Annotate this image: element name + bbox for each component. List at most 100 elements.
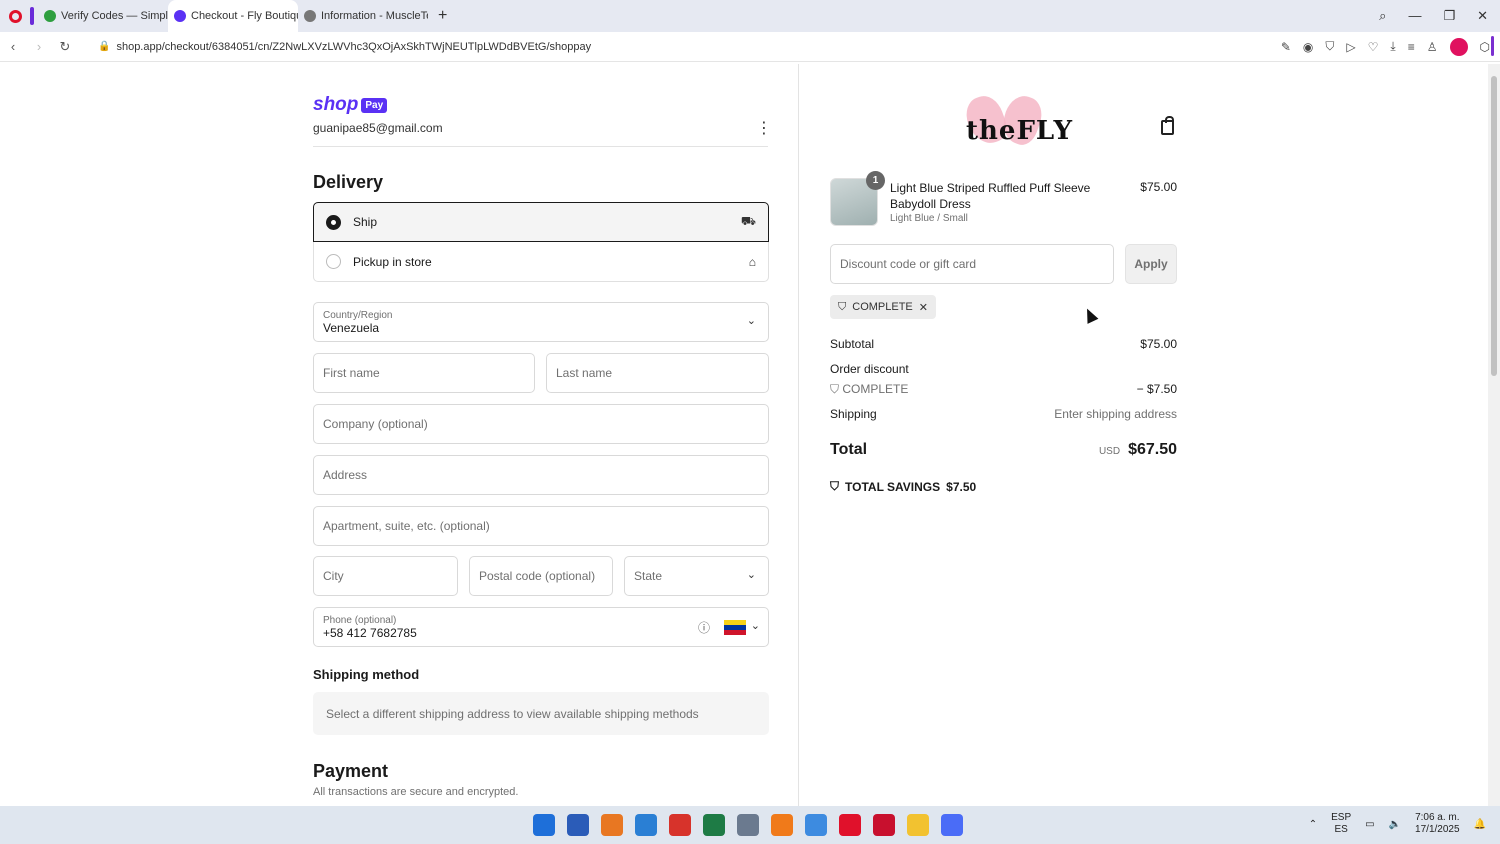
shipping-method-message: Select a different shipping address to v… bbox=[313, 692, 769, 735]
tab-checkout[interactable]: Checkout - Fly Boutique bbox=[168, 0, 298, 32]
shopping-bag-icon[interactable] bbox=[1161, 116, 1174, 135]
state-select[interactable]: State ⌄ bbox=[624, 556, 769, 596]
tab-favicon-icon bbox=[44, 10, 56, 22]
first-name-field[interactable]: First name bbox=[313, 353, 535, 393]
taskbar-app-icon[interactable] bbox=[635, 814, 657, 836]
opera-menu-icon[interactable] bbox=[0, 0, 30, 32]
order-summary: theFLY 1 Light Blue Striped Ruffled Puff… bbox=[798, 64, 1488, 806]
taskbar-app-icon[interactable] bbox=[907, 814, 929, 836]
chevron-down-icon[interactable]: ⌄ bbox=[751, 619, 760, 632]
taskbar-app-icon[interactable] bbox=[873, 814, 895, 836]
discount-input[interactable]: Discount code or gift card bbox=[830, 244, 1114, 284]
order-discount-row: Order discount bbox=[830, 362, 1177, 376]
taskbar-app-icon[interactable] bbox=[941, 814, 963, 836]
taskbar-app-icon[interactable] bbox=[771, 814, 793, 836]
shipping-row: Shipping Enter shipping address bbox=[830, 407, 1177, 421]
profile-icon[interactable]: ♙ bbox=[1427, 40, 1438, 54]
address-placeholder: Address bbox=[323, 468, 368, 482]
city-field[interactable]: City bbox=[313, 556, 458, 596]
menu-icon[interactable]: ≡ bbox=[1408, 40, 1415, 54]
camera-icon[interactable]: ◉ bbox=[1303, 40, 1313, 54]
checkout-form: shop Pay guanipae85@gmail.com ⋮ Delivery… bbox=[0, 64, 798, 806]
pickup-label: Pickup in store bbox=[353, 254, 432, 269]
country-select[interactable]: Country/Region Venezuela ⌄ bbox=[313, 302, 769, 342]
truck-icon: ⛟ bbox=[740, 214, 756, 228]
network-icon[interactable]: ▭ bbox=[1365, 819, 1374, 830]
lock-icon[interactable]: 🔒 bbox=[98, 41, 110, 52]
box-icon[interactable]: ⬡ bbox=[1480, 40, 1490, 54]
ship-option[interactable]: Ship ⛟ bbox=[313, 202, 769, 242]
volume-icon[interactable]: 🔈 bbox=[1389, 819, 1401, 830]
forward-icon[interactable]: › bbox=[26, 39, 52, 54]
chevron-up-icon[interactable]: ⌃ bbox=[1309, 819, 1317, 830]
taskbar-app-icon[interactable] bbox=[533, 814, 555, 836]
product-price: $75.00 bbox=[1140, 180, 1177, 194]
windows-taskbar: ⌃ ESP ES ▭ 🔈 7:06 a. m. 17/1/2025 🔔 bbox=[0, 806, 1500, 844]
download-icon[interactable]: ⤓ bbox=[1390, 39, 1395, 54]
edit-icon[interactable]: ✎ bbox=[1281, 40, 1291, 54]
checkout-page: shop Pay guanipae85@gmail.com ⋮ Delivery… bbox=[0, 64, 1488, 806]
venezuela-flag-icon[interactable] bbox=[724, 620, 746, 635]
discount-value: − $7.50 bbox=[1136, 382, 1177, 396]
discount-code-row: ⛉ COMPLETE − $7.50 bbox=[830, 382, 1177, 397]
apply-button[interactable]: Apply bbox=[1125, 244, 1177, 284]
chevron-down-icon: ⌄ bbox=[746, 315, 756, 327]
lang-top: ESP bbox=[1331, 812, 1352, 823]
taskbar-app-icon[interactable] bbox=[805, 814, 827, 836]
page-scrollbar[interactable] bbox=[1488, 64, 1500, 806]
apartment-field[interactable]: Apartment, suite, etc. (optional) bbox=[313, 506, 769, 546]
pickup-option[interactable]: Pickup in store ⌂ bbox=[313, 242, 769, 282]
quantity-badge: 1 bbox=[866, 171, 885, 190]
tab-verify-codes[interactable]: Verify Codes — SimplyCo bbox=[38, 0, 168, 32]
pickup-radio[interactable] bbox=[326, 254, 341, 269]
shop-word: shop bbox=[313, 94, 359, 115]
clock[interactable]: 7:06 a. m. 17/1/2025 bbox=[1415, 812, 1460, 836]
language-indicator[interactable]: ESP ES bbox=[1331, 812, 1351, 836]
tab-favicon-icon bbox=[174, 10, 186, 22]
company-placeholder: Company (optional) bbox=[323, 417, 428, 431]
total-label: Total bbox=[830, 441, 868, 458]
shipping-value: Enter shipping address bbox=[1054, 407, 1177, 421]
ship-label: Ship bbox=[353, 215, 378, 229]
taskbar-app-icon[interactable] bbox=[737, 814, 759, 836]
search-tabs-icon[interactable]: ⌕ bbox=[1379, 8, 1386, 24]
phone-label: Phone (optional) bbox=[323, 614, 397, 626]
taskbar-app-icon[interactable] bbox=[703, 814, 725, 836]
extension-icon[interactable] bbox=[1449, 37, 1468, 56]
address-field[interactable]: Address bbox=[313, 455, 769, 495]
back-icon[interactable]: ‹ bbox=[0, 39, 26, 54]
heart-icon[interactable]: ♡ bbox=[1368, 40, 1379, 54]
more-options-icon[interactable]: ⋮ bbox=[756, 118, 772, 138]
last-name-field[interactable]: Last name bbox=[546, 353, 769, 393]
lang-bottom: ES bbox=[1334, 824, 1348, 835]
help-icon[interactable]: ⓘ bbox=[698, 619, 710, 636]
product-variant: Light Blue / Small bbox=[890, 213, 968, 224]
shield-icon[interactable]: ⛉ bbox=[1325, 39, 1334, 54]
taskbar-app-icon[interactable] bbox=[601, 814, 623, 836]
remove-code-icon[interactable]: ✕ bbox=[919, 301, 928, 314]
close-window-icon[interactable]: ✕ bbox=[1477, 8, 1488, 24]
tag-icon: ⛉ bbox=[830, 382, 843, 396]
restore-icon[interactable]: ❐ bbox=[1443, 8, 1455, 24]
phone-field[interactable]: Phone (optional) +58 412 7682785 ⓘ ⌄ bbox=[313, 607, 769, 647]
player-icon[interactable]: ▷ bbox=[1346, 40, 1355, 54]
notification-icon[interactable]: 🔔 bbox=[1474, 819, 1486, 830]
new-tab-icon[interactable]: + bbox=[428, 7, 457, 25]
url-field[interactable]: shop.app/checkout/6384051/cn/Z2NwLXVzLWV… bbox=[116, 41, 591, 53]
minimize-icon[interactable]: — bbox=[1408, 8, 1421, 24]
taskbar-app-icon[interactable] bbox=[567, 814, 589, 836]
scrollbar-thumb[interactable] bbox=[1491, 76, 1497, 376]
taskbar-app-icon[interactable] bbox=[839, 814, 861, 836]
time: 7:06 a. m. bbox=[1415, 812, 1460, 823]
subtotal-label: Subtotal bbox=[830, 337, 875, 351]
tab-muscletech[interactable]: Information - MuscleTech bbox=[298, 0, 428, 32]
taskbar-app-icon[interactable] bbox=[669, 814, 691, 836]
store-logo[interactable]: theFLY bbox=[960, 91, 1072, 160]
reload-icon[interactable]: ↻ bbox=[52, 39, 78, 55]
company-field[interactable]: Company (optional) bbox=[313, 404, 769, 444]
mouse-cursor-icon bbox=[1081, 306, 1099, 324]
order-discount-label: Order discount bbox=[830, 362, 909, 376]
browser-tab-bar: Verify Codes — SimplyCo Checkout - Fly B… bbox=[0, 0, 1500, 32]
postal-code-field[interactable]: Postal code (optional) bbox=[469, 556, 613, 596]
ship-radio[interactable] bbox=[326, 214, 341, 230]
